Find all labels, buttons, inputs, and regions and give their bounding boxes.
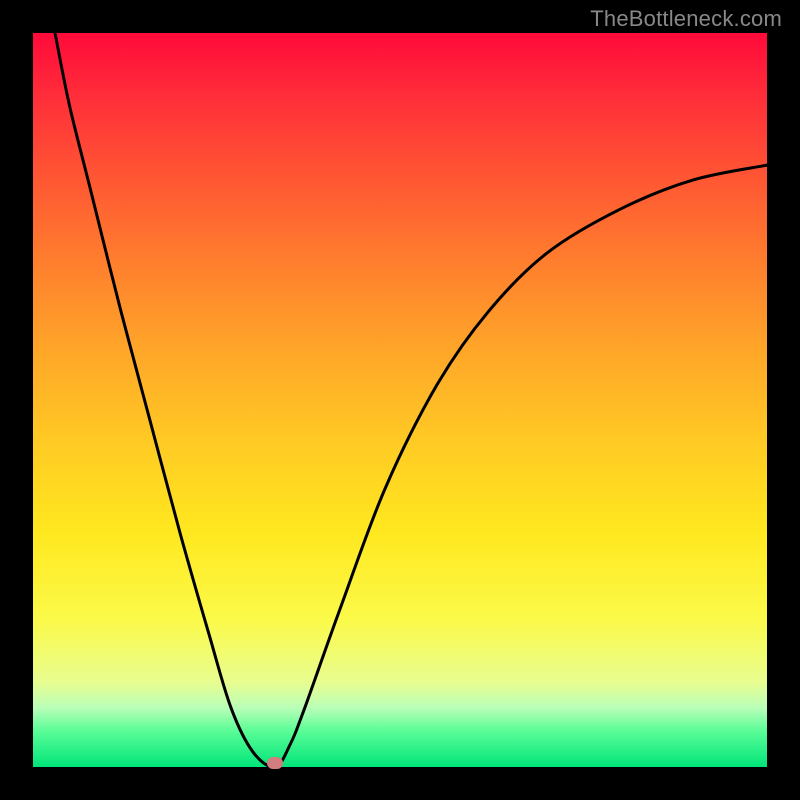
watermark-text: TheBottleneck.com [590, 6, 782, 32]
plot-area [33, 33, 767, 767]
bottleneck-curve-path [55, 33, 767, 767]
chart-frame: TheBottleneck.com [0, 0, 800, 800]
curve-svg [33, 33, 767, 767]
optimal-marker [267, 757, 283, 769]
